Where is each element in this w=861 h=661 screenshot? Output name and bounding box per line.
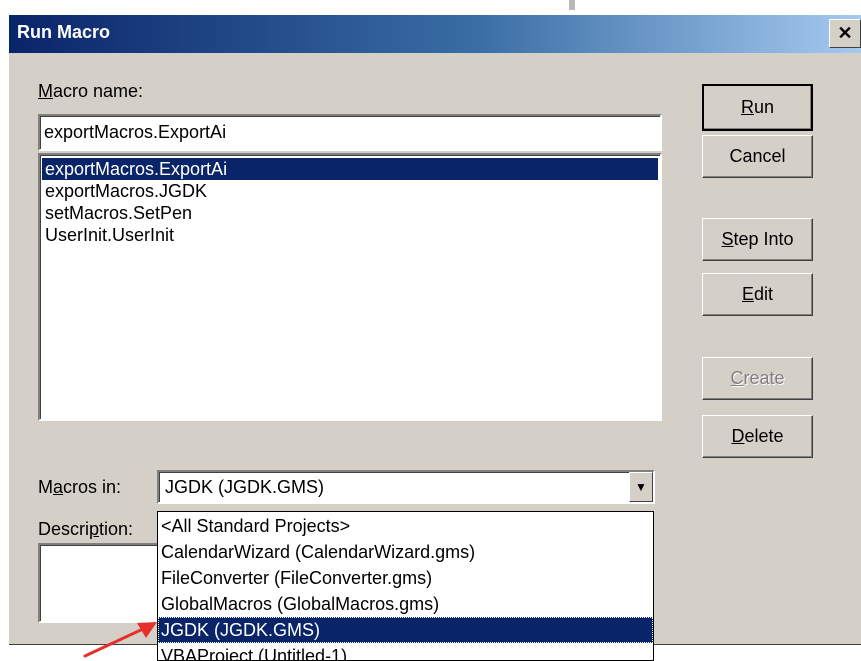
run-button[interactable]: Run: [702, 84, 813, 131]
close-button[interactable]: ✕: [829, 19, 861, 48]
step-into-label: tep Into: [733, 229, 794, 249]
description-label: Description:: [38, 519, 133, 540]
list-item[interactable]: UserInit.UserInit: [42, 224, 658, 246]
macros-in-value: JGDK (JGDK.GMS): [165, 477, 325, 497]
macro-name-label: Macro name:: [38, 81, 143, 102]
macro-name-value: exportMacros.ExportAi: [44, 122, 227, 142]
macros-in-accel: a: [53, 477, 64, 497]
edit-button[interactable]: Edit: [702, 273, 813, 316]
background-marker: [569, 0, 575, 10]
delete-label: elete: [744, 426, 784, 446]
macro-name-label-text: acro name:: [53, 81, 144, 101]
description-label-pre: Descri: [38, 519, 90, 539]
list-item[interactable]: exportMacros.ExportAi: [42, 158, 658, 180]
macros-in-dropdown-list[interactable]: <All Standard Projects> CalendarWizard (…: [157, 511, 654, 661]
close-icon: ✕: [837, 23, 853, 43]
dropdown-option[interactable]: VBAProject (Untitled-1): [158, 643, 653, 660]
dropdown-option-selected[interactable]: JGDK (JGDK.GMS): [158, 617, 653, 643]
list-item[interactable]: exportMacros.JGDK: [42, 180, 658, 202]
description-label-post: tion:: [99, 519, 134, 539]
title-bar: Run Macro ✕: [9, 15, 861, 53]
description-accel: p: [89, 519, 100, 539]
dropdown-option[interactable]: FileConverter (FileConverter.gms): [158, 565, 653, 591]
macro-name-accel: M: [38, 81, 53, 101]
step-into-accel: S: [721, 229, 734, 249]
macros-in-label-pre: M: [38, 477, 53, 497]
window-title: Run Macro: [17, 22, 111, 42]
edit-label: dit: [754, 284, 774, 304]
cancel-button[interactable]: Cancel: [702, 135, 813, 178]
dropdown-option[interactable]: CalendarWizard (CalendarWizard.gms): [158, 539, 653, 565]
macro-list[interactable]: exportMacros.ExportAi exportMacros.JGDK …: [38, 153, 662, 421]
create-label: reate: [743, 368, 785, 388]
dropdown-option[interactable]: <All Standard Projects>: [158, 513, 653, 539]
delete-button[interactable]: Delete: [702, 415, 813, 458]
create-button[interactable]: Create: [702, 357, 813, 400]
run-label: un: [753, 97, 775, 117]
cancel-label: Cancel: [729, 146, 786, 166]
macros-in-label: Macros in:: [38, 477, 121, 498]
macros-in-label-post: cros in:: [63, 477, 122, 497]
chevron-down-icon: ▼: [635, 480, 647, 494]
red-arrow-icon: [83, 622, 157, 658]
edit-accel: E: [741, 284, 754, 304]
dropdown-option[interactable]: GlobalMacros (GlobalMacros.gms): [158, 591, 653, 617]
delete-accel: D: [731, 426, 745, 446]
combo-dropdown-button[interactable]: ▼: [629, 472, 653, 502]
list-item[interactable]: setMacros.SetPen: [42, 202, 658, 224]
macro-name-input[interactable]: exportMacros.ExportAi: [38, 114, 662, 151]
create-accel: C: [730, 368, 744, 388]
run-accel: R: [740, 97, 754, 117]
macros-in-combobox[interactable]: JGDK (JGDK.GMS) ▼: [157, 470, 655, 504]
step-into-button[interactable]: Step Into: [702, 218, 813, 261]
